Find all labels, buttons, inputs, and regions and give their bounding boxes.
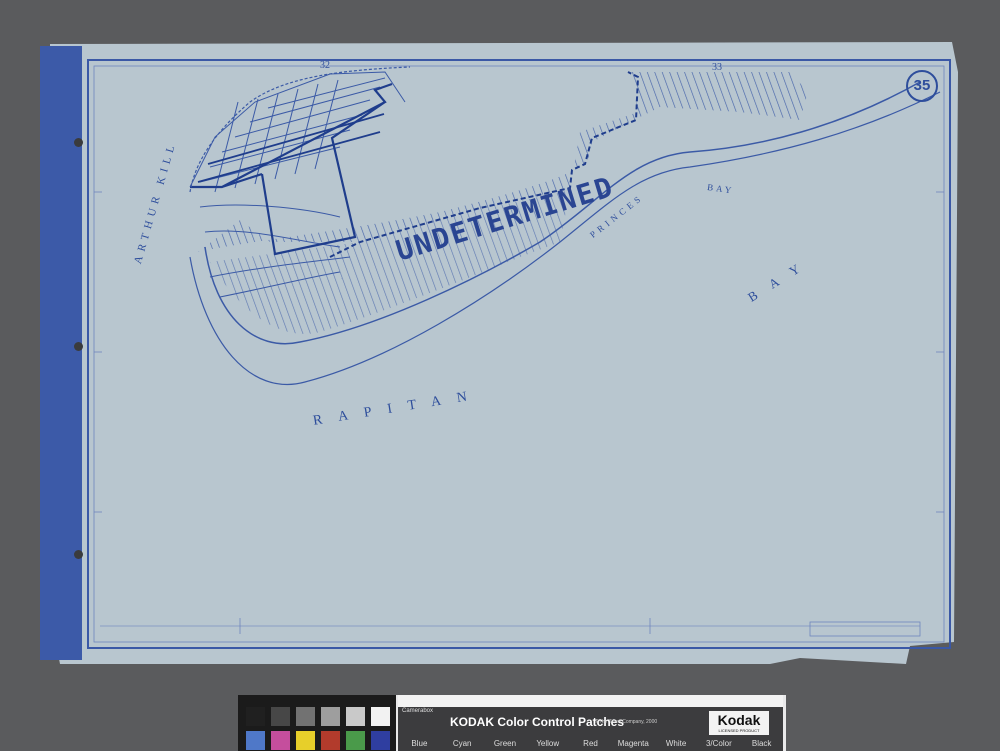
target-label: Blue: [411, 739, 428, 748]
target-color-labels: Blue Cyan Green Yellow Red Magenta White…: [398, 739, 783, 748]
patch: [346, 707, 365, 726]
patch: [321, 707, 340, 726]
patch: [246, 707, 265, 726]
target-label: 3/Color: [705, 739, 732, 748]
camerabox-label: Camerabox: [402, 708, 434, 714]
target-label: Yellow: [536, 739, 560, 748]
target-label: Cyan: [452, 739, 472, 748]
kodak-logo: Kodak LICENSED PRODUCT: [709, 711, 769, 735]
map-drawing: [40, 42, 958, 664]
target-label: Magenta: [617, 739, 649, 748]
section-number-33: 33: [712, 62, 722, 73]
binder-hole: [74, 342, 83, 351]
target-label-band: Camerabox KODAK Color Control Patches ©T…: [398, 707, 783, 751]
binder-hole: [74, 138, 83, 147]
patch: [296, 731, 315, 750]
patch: [321, 731, 340, 750]
patch: [271, 707, 290, 726]
inch-ruler: [398, 695, 783, 707]
target-copyright: ©The Tiffen Company, 2000: [595, 719, 658, 725]
patch: [371, 707, 390, 726]
target-label: Black: [751, 739, 772, 748]
binder-hole: [74, 550, 83, 559]
patch: [271, 731, 290, 750]
patch: [296, 707, 315, 726]
kodak-color-target: Camerabox KODAK Color Control Patches ©T…: [238, 695, 786, 751]
patch: [371, 731, 390, 750]
patch: [246, 731, 265, 750]
paper: [48, 42, 958, 664]
map-sheet: 35 32 33 UNDETERMINED ARTHUR KILL RAPITA…: [40, 42, 960, 664]
target-label: Green: [493, 739, 517, 748]
target-label: Red: [583, 739, 598, 748]
gray-and-color-patches: [238, 695, 396, 751]
sheet-number: 35: [906, 70, 938, 102]
target-label: White: [665, 739, 687, 748]
section-number-32: 32: [320, 60, 330, 71]
patch: [346, 731, 365, 750]
